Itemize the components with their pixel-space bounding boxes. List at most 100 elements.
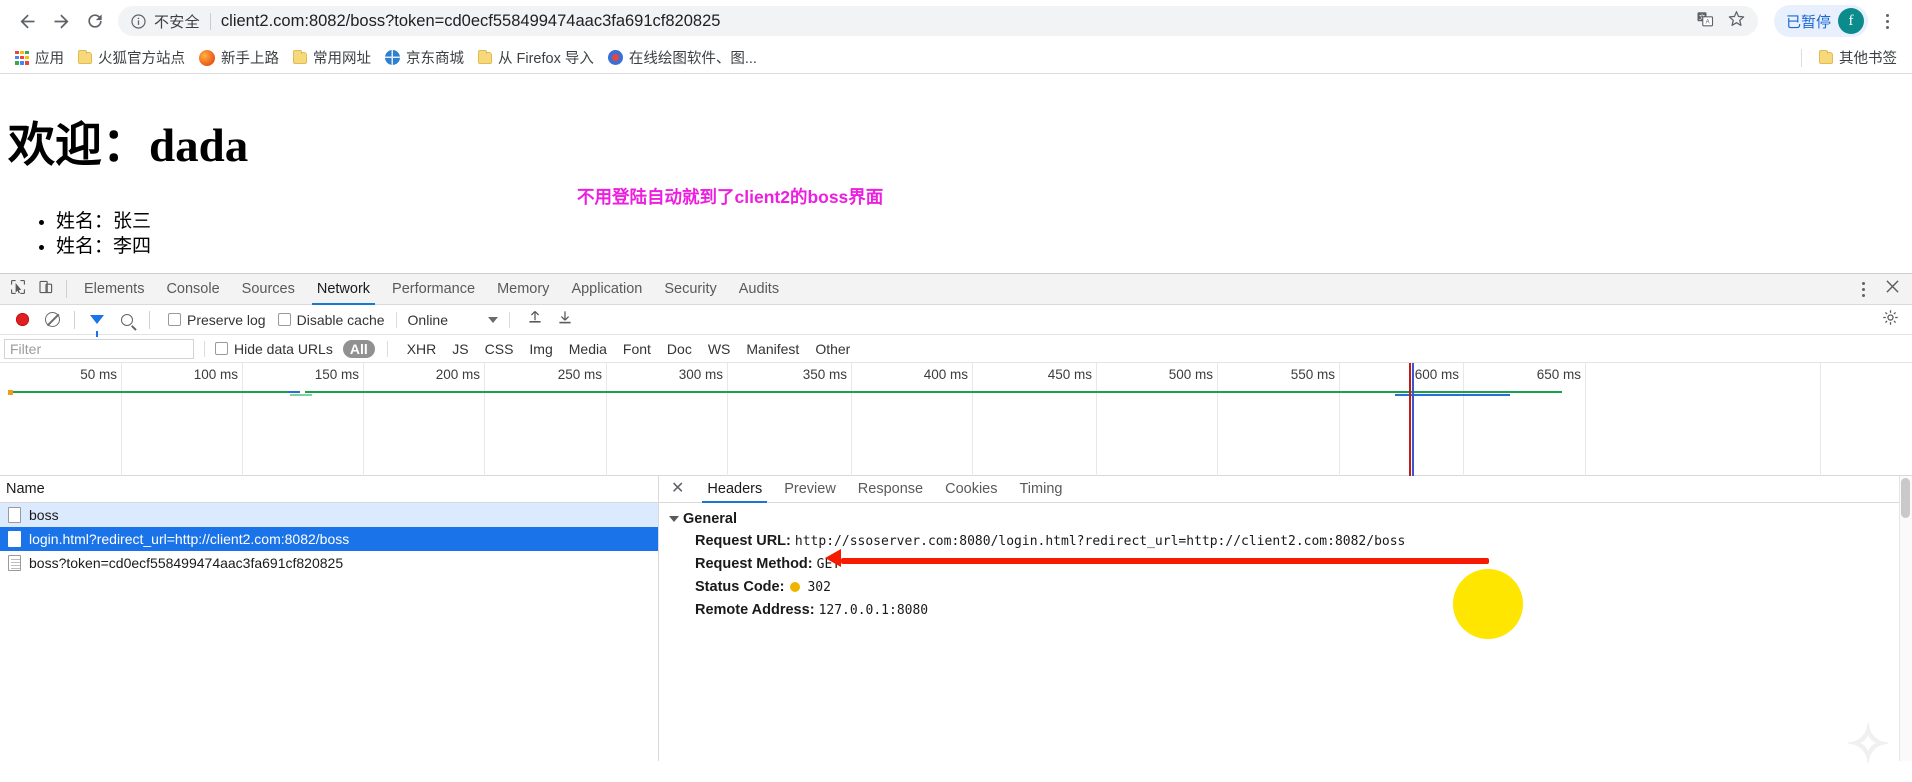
resource-type-filters: All XHR JS CSS Img Media Font Doc WS Man… [342, 339, 858, 358]
forward-button[interactable] [44, 4, 78, 38]
filter-type-xhr[interactable]: XHR [400, 340, 444, 358]
bookmark-item-1[interactable]: 新手上路 [192, 45, 286, 71]
filter-type-img[interactable]: Img [522, 340, 559, 358]
page-content: 欢迎：dada 姓名：张三 姓名：李四 不用登陆自动就到了client2的bos… [0, 74, 1912, 273]
user-list: 姓名：张三 姓名：李四 [56, 209, 1912, 259]
tab-security[interactable]: Security [653, 274, 727, 305]
device-toolbar-button[interactable] [32, 276, 60, 302]
tab-network[interactable]: Network [306, 274, 381, 305]
filter-type-font[interactable]: Font [616, 340, 658, 358]
remote-address-row: Remote Address: 127.0.0.1:8080 [695, 602, 1912, 618]
import-har-button[interactable] [521, 307, 549, 333]
tab-memory[interactable]: Memory [486, 274, 560, 305]
clear-button[interactable] [38, 307, 66, 333]
filter-type-other[interactable]: Other [808, 340, 857, 358]
document-icon [8, 531, 21, 547]
record-button-icon [15, 313, 29, 326]
detail-tab-cookies[interactable]: Cookies [934, 476, 1008, 503]
export-har-button[interactable] [551, 307, 579, 333]
bookmark-item-2[interactable]: 常用网址 [286, 45, 378, 71]
filter-input[interactable] [4, 338, 194, 359]
back-button[interactable] [10, 4, 44, 38]
checkbox-icon [168, 313, 181, 326]
apps-grid-icon [15, 50, 29, 65]
filter-type-all[interactable]: All [342, 339, 375, 358]
reload-button[interactable] [78, 4, 112, 38]
browser-menu-button[interactable] [1872, 4, 1902, 38]
device-toolbar-icon [38, 279, 54, 300]
throttling-select[interactable]: Online [408, 312, 498, 328]
checkbox-icon [277, 313, 291, 326]
profile-chip[interactable]: 已暂停 f [1773, 5, 1868, 37]
bookmark-item-5[interactable]: 在线绘图软件、图... [601, 45, 764, 71]
tab-audits[interactable]: Audits [728, 274, 790, 305]
bookmarks-bar-right: 其他书签 [1791, 45, 1904, 71]
throttling-value: Online [407, 311, 448, 328]
table-row[interactable]: boss?token=cd0ecf558499474aac3fa691cf820… [0, 551, 658, 575]
bookmarks-bar: 应用 火狐官方站点 新手上路 常用网址 京东商城 从 Firefox 导入 在线… [0, 42, 1912, 74]
remote-address-value: 127.0.0.1:8080 [818, 603, 929, 618]
address-bar[interactable]: 不安全 client2.com:8082/boss?token=cd0ecf55… [118, 6, 1758, 36]
other-bookmarks-folder[interactable]: 其他书签 [1812, 45, 1904, 71]
bookmarks-divider [1801, 48, 1802, 67]
filter-type-js[interactable]: JS [445, 340, 475, 358]
folder-icon [1819, 49, 1833, 64]
table-row[interactable]: login.html?redirect_url=http://client2.c… [0, 527, 658, 551]
toolbar-divider [509, 311, 510, 328]
kebab-dot [1861, 281, 1865, 285]
tab-performance[interactable]: Performance [381, 274, 486, 305]
search-icon [121, 313, 133, 326]
translate-button[interactable]: 文 A [1690, 6, 1720, 36]
general-section-header[interactable]: General [669, 511, 1912, 527]
detail-tab-response[interactable]: Response [847, 476, 934, 503]
record-button[interactable] [8, 307, 36, 333]
bookmark-label: 从 Firefox 导入 [498, 51, 594, 67]
profile-status-label: 已暂停 [1785, 13, 1831, 31]
timeline-tick: 100 ms [193, 367, 238, 382]
devtools-menu-button[interactable] [1848, 272, 1878, 306]
kebab-dot [1885, 25, 1889, 29]
bookmark-button[interactable] [1722, 6, 1752, 36]
avatar[interactable]: f [1838, 8, 1864, 34]
scrollbar-thumb[interactable] [1901, 478, 1910, 518]
detail-scrollbar[interactable] [1899, 476, 1912, 761]
detail-tab-preview[interactable]: Preview [773, 476, 847, 503]
tab-sources[interactable]: Sources [231, 274, 306, 305]
timeline-tick: 350 ms [802, 367, 847, 382]
bookmark-item-0[interactable]: 火狐官方站点 [71, 45, 192, 71]
filter-type-media[interactable]: Media [562, 340, 614, 358]
inspect-element-button[interactable] [4, 276, 32, 302]
filter-toggle-button[interactable] [83, 307, 111, 337]
apps-shortcut[interactable]: 应用 [8, 45, 71, 71]
detail-tab-headers[interactable]: Headers [696, 476, 773, 503]
hide-data-urls-checkbox[interactable]: Hide data URLs [215, 341, 333, 357]
devtools-close-button[interactable] [1878, 276, 1906, 302]
disable-cache-checkbox[interactable]: Disable cache [277, 312, 385, 328]
hide-data-urls-label: Hide data URLs [234, 340, 333, 357]
filter-type-css[interactable]: CSS [478, 340, 521, 358]
filter-type-ws[interactable]: WS [701, 340, 738, 358]
tab-console[interactable]: Console [155, 274, 230, 305]
bookmark-item-3[interactable]: 京东商城 [378, 45, 471, 71]
detail-tab-timing[interactable]: Timing [1008, 476, 1073, 503]
inspect-element-icon [10, 279, 26, 300]
filter-funnel-icon [90, 315, 104, 337]
bookmark-item-4[interactable]: 从 Firefox 导入 [471, 45, 601, 71]
preserve-log-checkbox[interactable]: Preserve log [168, 312, 266, 328]
general-section-label: General [683, 511, 737, 527]
table-row[interactable]: boss [0, 503, 658, 527]
network-overview-timeline[interactable]: 50 ms 100 ms 150 ms 200 ms 250 ms 300 ms… [0, 363, 1912, 476]
timeline-tick: 650 ms [1536, 367, 1581, 382]
tab-application[interactable]: Application [560, 274, 653, 305]
search-button[interactable] [113, 307, 141, 333]
filterbar-divider [204, 340, 205, 357]
network-settings-button[interactable] [1876, 307, 1904, 333]
timeline-ruler: 50 ms 100 ms 150 ms 200 ms 250 ms 300 ms… [0, 363, 1912, 476]
close-detail-button[interactable]: ✕ [671, 481, 684, 497]
timeline-tick: 200 ms [435, 367, 480, 382]
info-circle-icon[interactable] [130, 13, 147, 30]
tab-elements[interactable]: Elements [73, 274, 155, 305]
requests-column-header[interactable]: Name [0, 476, 658, 503]
filter-type-doc[interactable]: Doc [660, 340, 699, 358]
filter-type-manifest[interactable]: Manifest [739, 340, 806, 358]
